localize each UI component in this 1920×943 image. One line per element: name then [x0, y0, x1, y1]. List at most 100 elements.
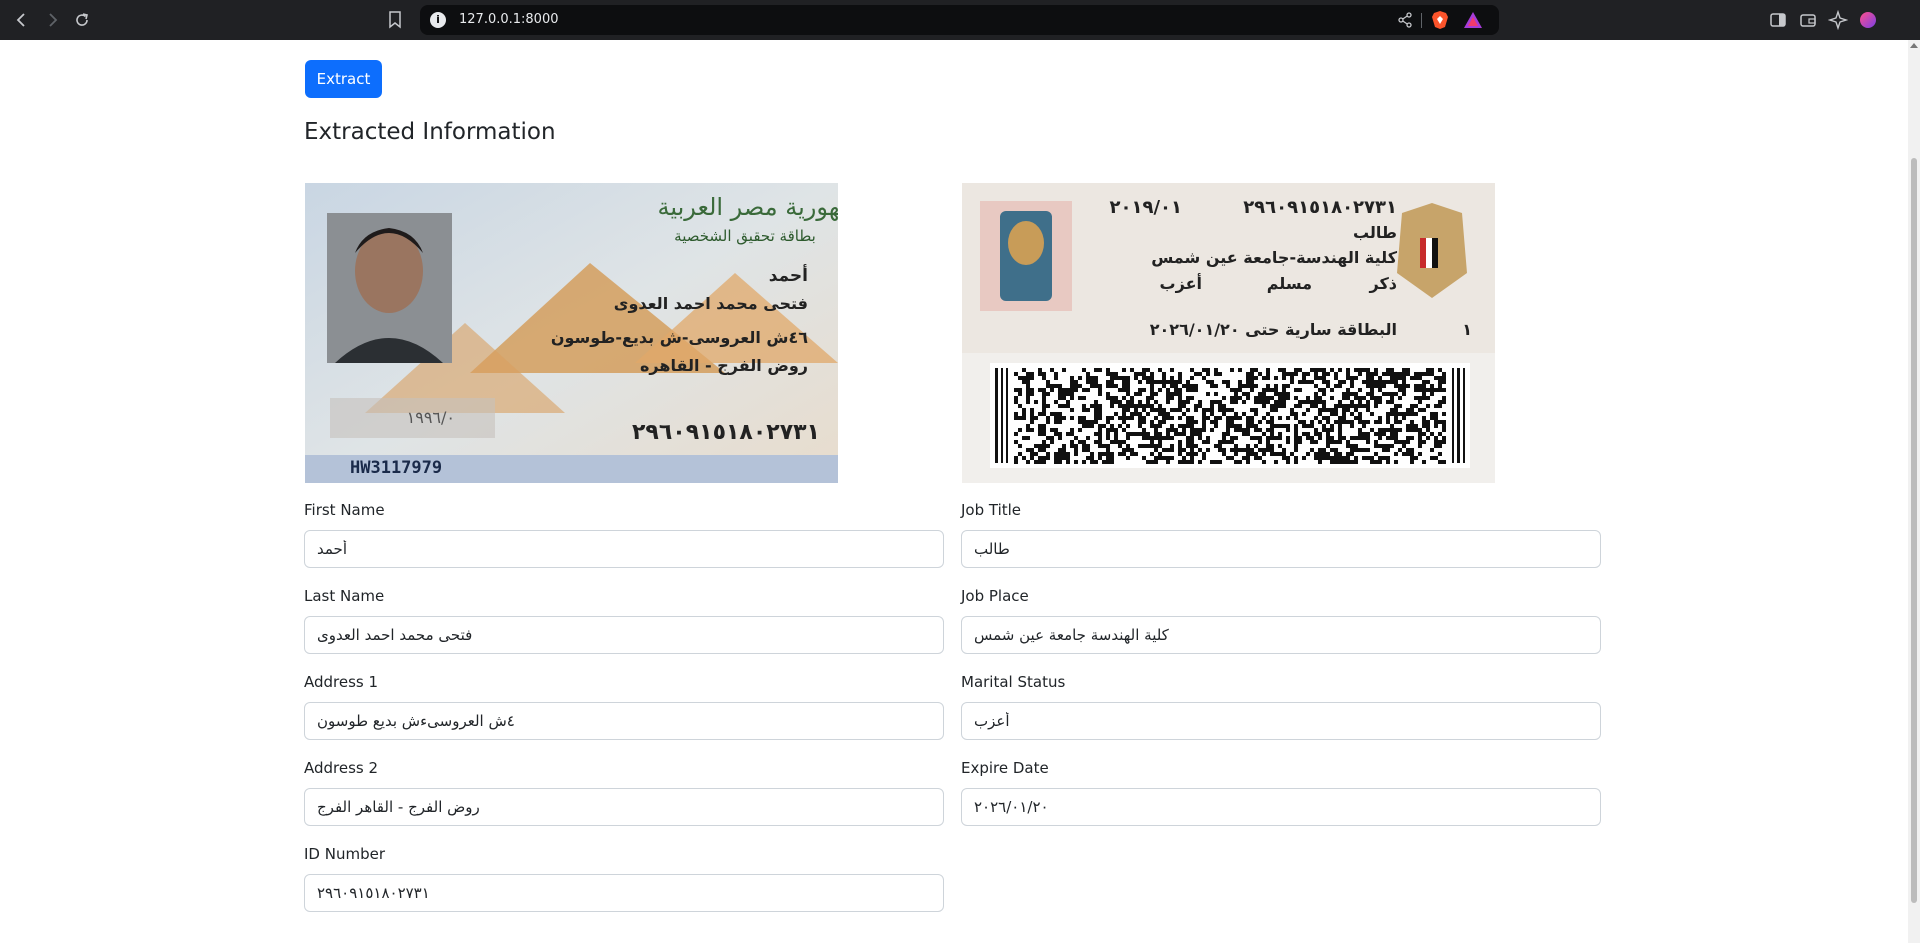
- barcode-module: [1106, 372, 1110, 376]
- reload-icon[interactable]: [70, 8, 94, 32]
- address-2-input[interactable]: [304, 788, 944, 826]
- barcode-module: [1278, 404, 1282, 408]
- barcode-module: [1018, 388, 1022, 392]
- barcode-module: [1426, 388, 1430, 392]
- forward-icon[interactable]: [40, 8, 64, 32]
- barcode-module: [1346, 408, 1350, 412]
- leo-ai-icon[interactable]: [1828, 10, 1848, 30]
- barcode-module: [1362, 368, 1366, 372]
- brave-rewards-icon[interactable]: [1463, 11, 1483, 29]
- barcode-module: [1342, 416, 1346, 420]
- barcode-module: [1214, 460, 1218, 464]
- marital-status-input[interactable]: [961, 702, 1601, 740]
- barcode-module: [1034, 460, 1038, 464]
- barcode-module: [1378, 416, 1382, 420]
- barcode-module: [1378, 384, 1382, 388]
- sidebar-icon[interactable]: [1768, 10, 1788, 30]
- barcode-module: [1270, 428, 1274, 432]
- barcode-module: [1126, 408, 1130, 412]
- barcode-module: [1266, 444, 1270, 448]
- barcode-module: [1386, 428, 1390, 432]
- barcode-module: [1414, 424, 1418, 428]
- barcode-module: [1266, 368, 1270, 372]
- card-republic-text: جمهورية مصر العربية: [657, 193, 838, 221]
- barcode-module: [1418, 432, 1422, 436]
- barcode-module: [1126, 448, 1130, 452]
- barcode-module: [1046, 436, 1050, 440]
- wallet-icon[interactable]: [1798, 10, 1818, 30]
- barcode-module: [1082, 388, 1086, 392]
- barcode-module: [1146, 460, 1150, 464]
- barcode-module: [1118, 440, 1122, 444]
- barcode-module: [1042, 460, 1046, 464]
- barcode-module: [1122, 416, 1126, 420]
- back-icon[interactable]: [10, 8, 34, 32]
- barcode-module: [1366, 432, 1370, 436]
- scrollbar-thumb[interactable]: [1911, 158, 1917, 903]
- share-icon[interactable]: [1397, 12, 1413, 28]
- job-title-input[interactable]: [961, 530, 1601, 568]
- barcode-module: [1090, 424, 1094, 428]
- barcode-module: [1394, 372, 1398, 376]
- address-bar[interactable]: i 127.0.0.1:8000: [420, 5, 1499, 35]
- barcode-module: [1286, 460, 1290, 464]
- barcode-module: [1166, 396, 1170, 400]
- barcode-module: [1178, 448, 1182, 452]
- site-info-icon[interactable]: i: [430, 12, 446, 28]
- barcode-module: [1206, 372, 1210, 376]
- barcode-module: [1186, 416, 1190, 420]
- barcode-module: [1350, 444, 1354, 448]
- barcode-module: [1414, 456, 1418, 460]
- card-address-1: ٤٦ش العروسى-ش بديع-طوسون: [551, 328, 808, 347]
- expire-date-input[interactable]: [961, 788, 1601, 826]
- barcode-module: [1410, 428, 1414, 432]
- barcode-module: [1402, 444, 1406, 448]
- card-validity: البطاقة سارية حتى ٢٠٢٦/٠١/٢٠: [1150, 320, 1397, 339]
- barcode-module: [1138, 388, 1142, 392]
- barcode-module: [1110, 424, 1114, 428]
- barcode-module: [1042, 396, 1046, 400]
- extract-button[interactable]: Extract: [305, 60, 382, 98]
- barcode-module: [1402, 376, 1406, 380]
- barcode-module: [1270, 396, 1274, 400]
- barcode-module: [1098, 440, 1102, 444]
- barcode-module: [1270, 436, 1274, 440]
- barcode-module: [1178, 416, 1182, 420]
- barcode-module: [1358, 412, 1362, 416]
- barcode-module: [1226, 440, 1230, 444]
- page-scrollbar[interactable]: [1908, 40, 1920, 943]
- barcode-module: [1314, 456, 1318, 460]
- barcode-module: [1102, 424, 1106, 428]
- barcode-module: [1130, 404, 1134, 408]
- first-name-input[interactable]: [304, 530, 944, 568]
- card-religion: مسلم: [1267, 274, 1312, 293]
- address-1-input[interactable]: [304, 702, 944, 740]
- card-gender: ذكر: [1369, 274, 1397, 293]
- barcode-module: [1442, 440, 1446, 444]
- barcode-module: [1326, 444, 1330, 448]
- barcode-module: [1274, 436, 1278, 440]
- barcode-module: [1314, 384, 1318, 388]
- barcode-module: [1190, 436, 1194, 440]
- barcode-module: [1326, 408, 1330, 412]
- barcode-module: [1234, 424, 1238, 428]
- barcode-module: [1278, 396, 1282, 400]
- barcode-module: [1098, 456, 1102, 460]
- id-number-input[interactable]: [304, 874, 944, 912]
- barcode-module: [1354, 368, 1358, 372]
- barcode-module: [1162, 376, 1166, 380]
- brave-shields-icon[interactable]: [1431, 10, 1449, 30]
- barcode-module: [1158, 368, 1162, 372]
- barcode-module: [1178, 452, 1182, 456]
- job-place-input[interactable]: [961, 616, 1601, 654]
- scroll-up-icon[interactable]: [1910, 43, 1918, 48]
- barcode-module: [1354, 404, 1358, 408]
- barcode-module: [1286, 428, 1290, 432]
- barcode-module: [1442, 424, 1446, 428]
- barcode-module: [1438, 380, 1442, 384]
- profile-avatar-icon[interactable]: [1858, 10, 1878, 30]
- barcode-module: [1226, 408, 1230, 412]
- barcode-module: [1042, 432, 1046, 436]
- bookmark-icon[interactable]: [388, 11, 402, 29]
- last-name-input[interactable]: [304, 616, 944, 654]
